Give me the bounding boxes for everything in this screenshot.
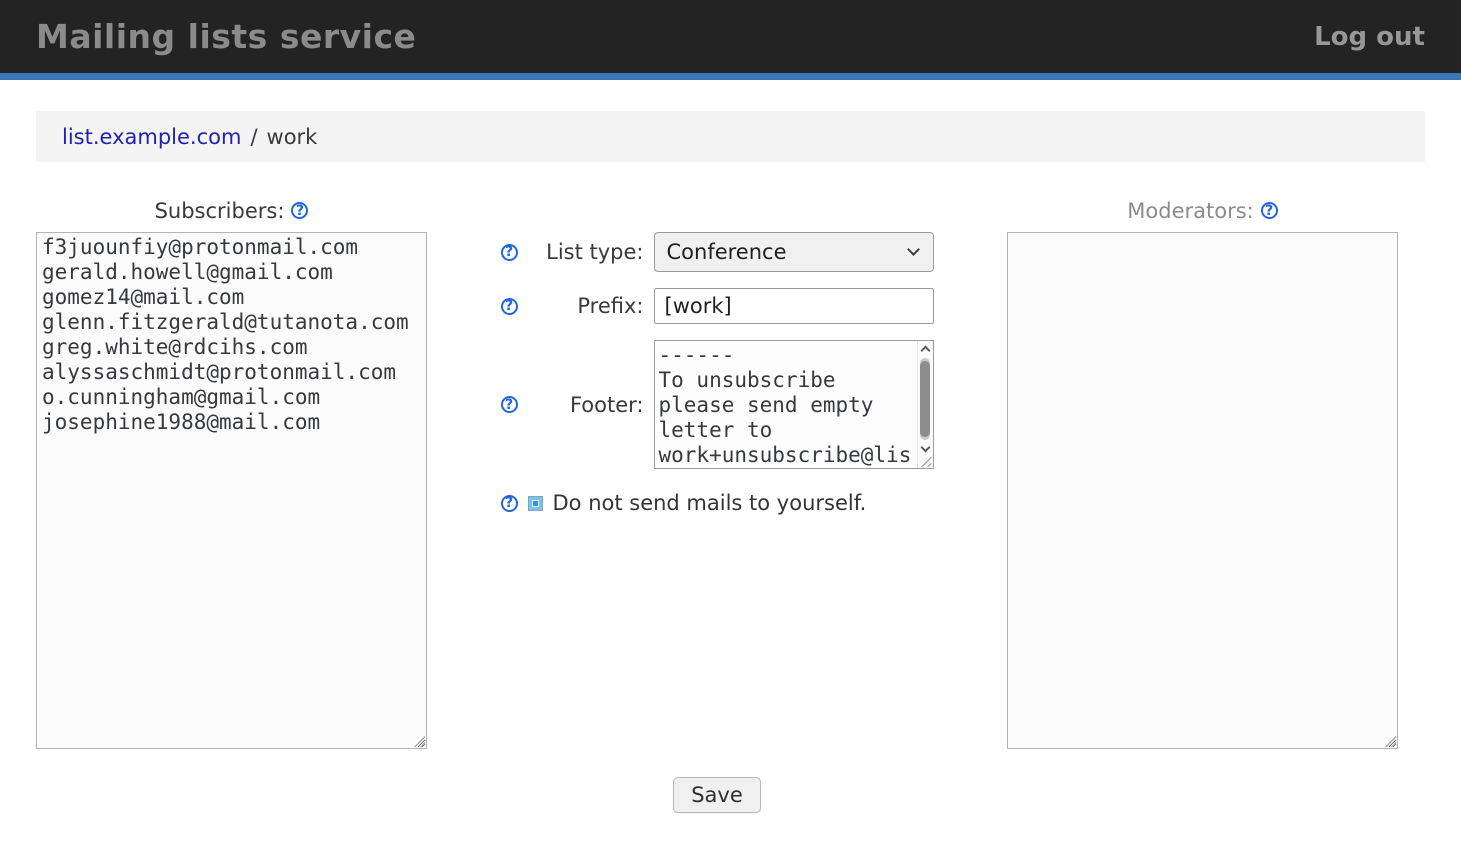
- list-type-row: ? List type: Conference: [501, 232, 934, 272]
- footer-field: ------ To unsubscribe please send empty …: [654, 340, 934, 469]
- moderators-help-icon[interactable]: ?: [1261, 202, 1278, 219]
- main-content: Subscribers: ? Moderators: ? f3juounfiy@…: [0, 197, 1461, 813]
- subscribers-label: Subscribers:: [155, 199, 285, 223]
- footer-help-icon[interactable]: ?: [501, 396, 518, 413]
- scrollbar-thumb[interactable]: [920, 361, 930, 437]
- app-title: Mailing lists service: [36, 17, 416, 56]
- save-button[interactable]: Save: [673, 777, 761, 813]
- prefix-help-icon[interactable]: ?: [501, 298, 518, 315]
- list-type-help-icon[interactable]: ?: [501, 244, 518, 261]
- app-header: Mailing lists service Log out: [0, 0, 1461, 80]
- prefix-input[interactable]: [654, 288, 934, 324]
- breadcrumb-current-list: work: [267, 125, 318, 149]
- self-mail-help-icon[interactable]: ?: [501, 495, 518, 512]
- moderators-label: Moderators:: [1127, 199, 1253, 223]
- list-type-label: List type:: [532, 240, 644, 264]
- moderators-textarea[interactable]: [1007, 232, 1398, 749]
- list-settings-form: ? List type: Conference ? Prefix: ? Foot…: [427, 232, 1007, 749]
- list-type-select[interactable]: Conference: [654, 232, 934, 272]
- breadcrumb: list.example.com / work: [36, 111, 1425, 162]
- list-type-select-wrap: Conference: [654, 232, 934, 272]
- checkbox-checked-mark: [532, 500, 539, 507]
- subscribers-textarea[interactable]: f3juounfiy@protonmail.com gerald.howell@…: [36, 232, 427, 749]
- subscribers-heading: Subscribers: ?: [36, 197, 427, 224]
- breadcrumb-domain-link[interactable]: list.example.com: [62, 125, 241, 149]
- prefix-label: Prefix:: [532, 294, 644, 318]
- save-area: Save: [427, 777, 1007, 813]
- moderators-heading: Moderators: ?: [1007, 197, 1398, 224]
- self-mail-row: ? Do not send mails to yourself.: [501, 491, 934, 515]
- footer-label: Footer:: [532, 393, 644, 417]
- footer-textarea[interactable]: ------ To unsubscribe please send empty …: [655, 341, 917, 468]
- subscribers-help-icon[interactable]: ?: [291, 202, 308, 219]
- subscribers-area: f3juounfiy@protonmail.com gerald.howell@…: [36, 232, 427, 749]
- scroll-up-icon[interactable]: [920, 346, 930, 356]
- footer-scrollbar[interactable]: [917, 341, 933, 468]
- footer-row: ? Footer: ------ To unsubscribe please s…: [501, 340, 934, 469]
- logout-link[interactable]: Log out: [1314, 22, 1425, 52]
- self-mail-label: Do not send mails to yourself.: [553, 491, 867, 515]
- moderators-area: [1007, 232, 1398, 749]
- breadcrumb-separator: /: [250, 125, 257, 149]
- scroll-down-icon[interactable]: [920, 443, 930, 453]
- prefix-row: ? Prefix:: [501, 288, 934, 324]
- self-mail-checkbox[interactable]: [528, 496, 543, 511]
